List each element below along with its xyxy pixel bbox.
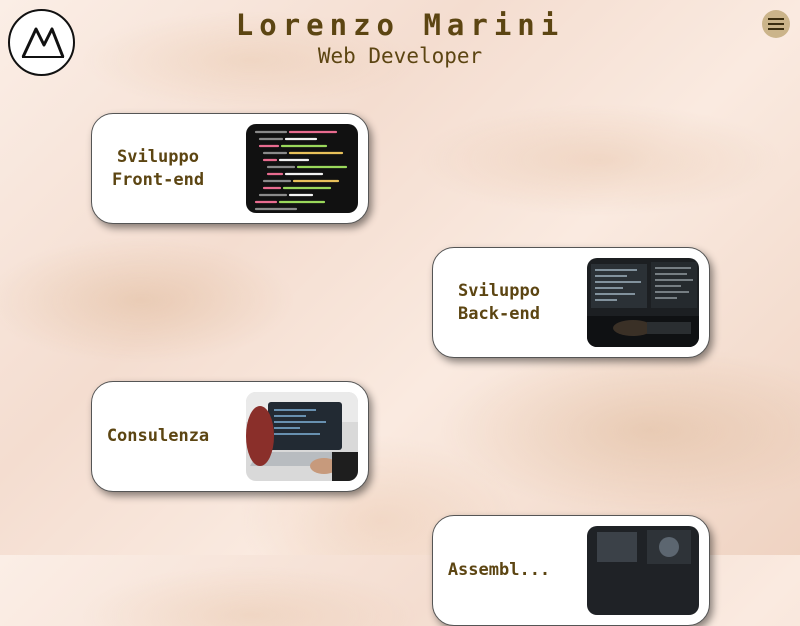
laptop-typing-image [246,392,358,481]
card-label: Sviluppo Front-end [111,146,205,190]
service-card-consulting[interactable]: Consulenza [91,381,369,492]
menu-button[interactable] [762,10,790,38]
card-label: Assembl... [447,560,551,580]
page-title: Lorenzo Marini [235,8,565,42]
card-label: Sviluppo Back-end [458,280,540,324]
service-card-frontend[interactable]: Sviluppo Front-end [91,113,369,224]
card-label: Consulenza [106,426,210,446]
page-subtitle: Web Developer [317,44,483,68]
site-header: Lorenzo Marini Web Developer [0,8,800,68]
hardware-image [587,526,699,615]
code-screen-image [246,124,358,213]
service-card-assembly[interactable]: Assembl... [432,515,710,626]
hamburger-icon [768,18,784,20]
developer-desk-image [587,258,699,347]
service-card-backend[interactable]: Sviluppo Back-end [432,247,710,358]
